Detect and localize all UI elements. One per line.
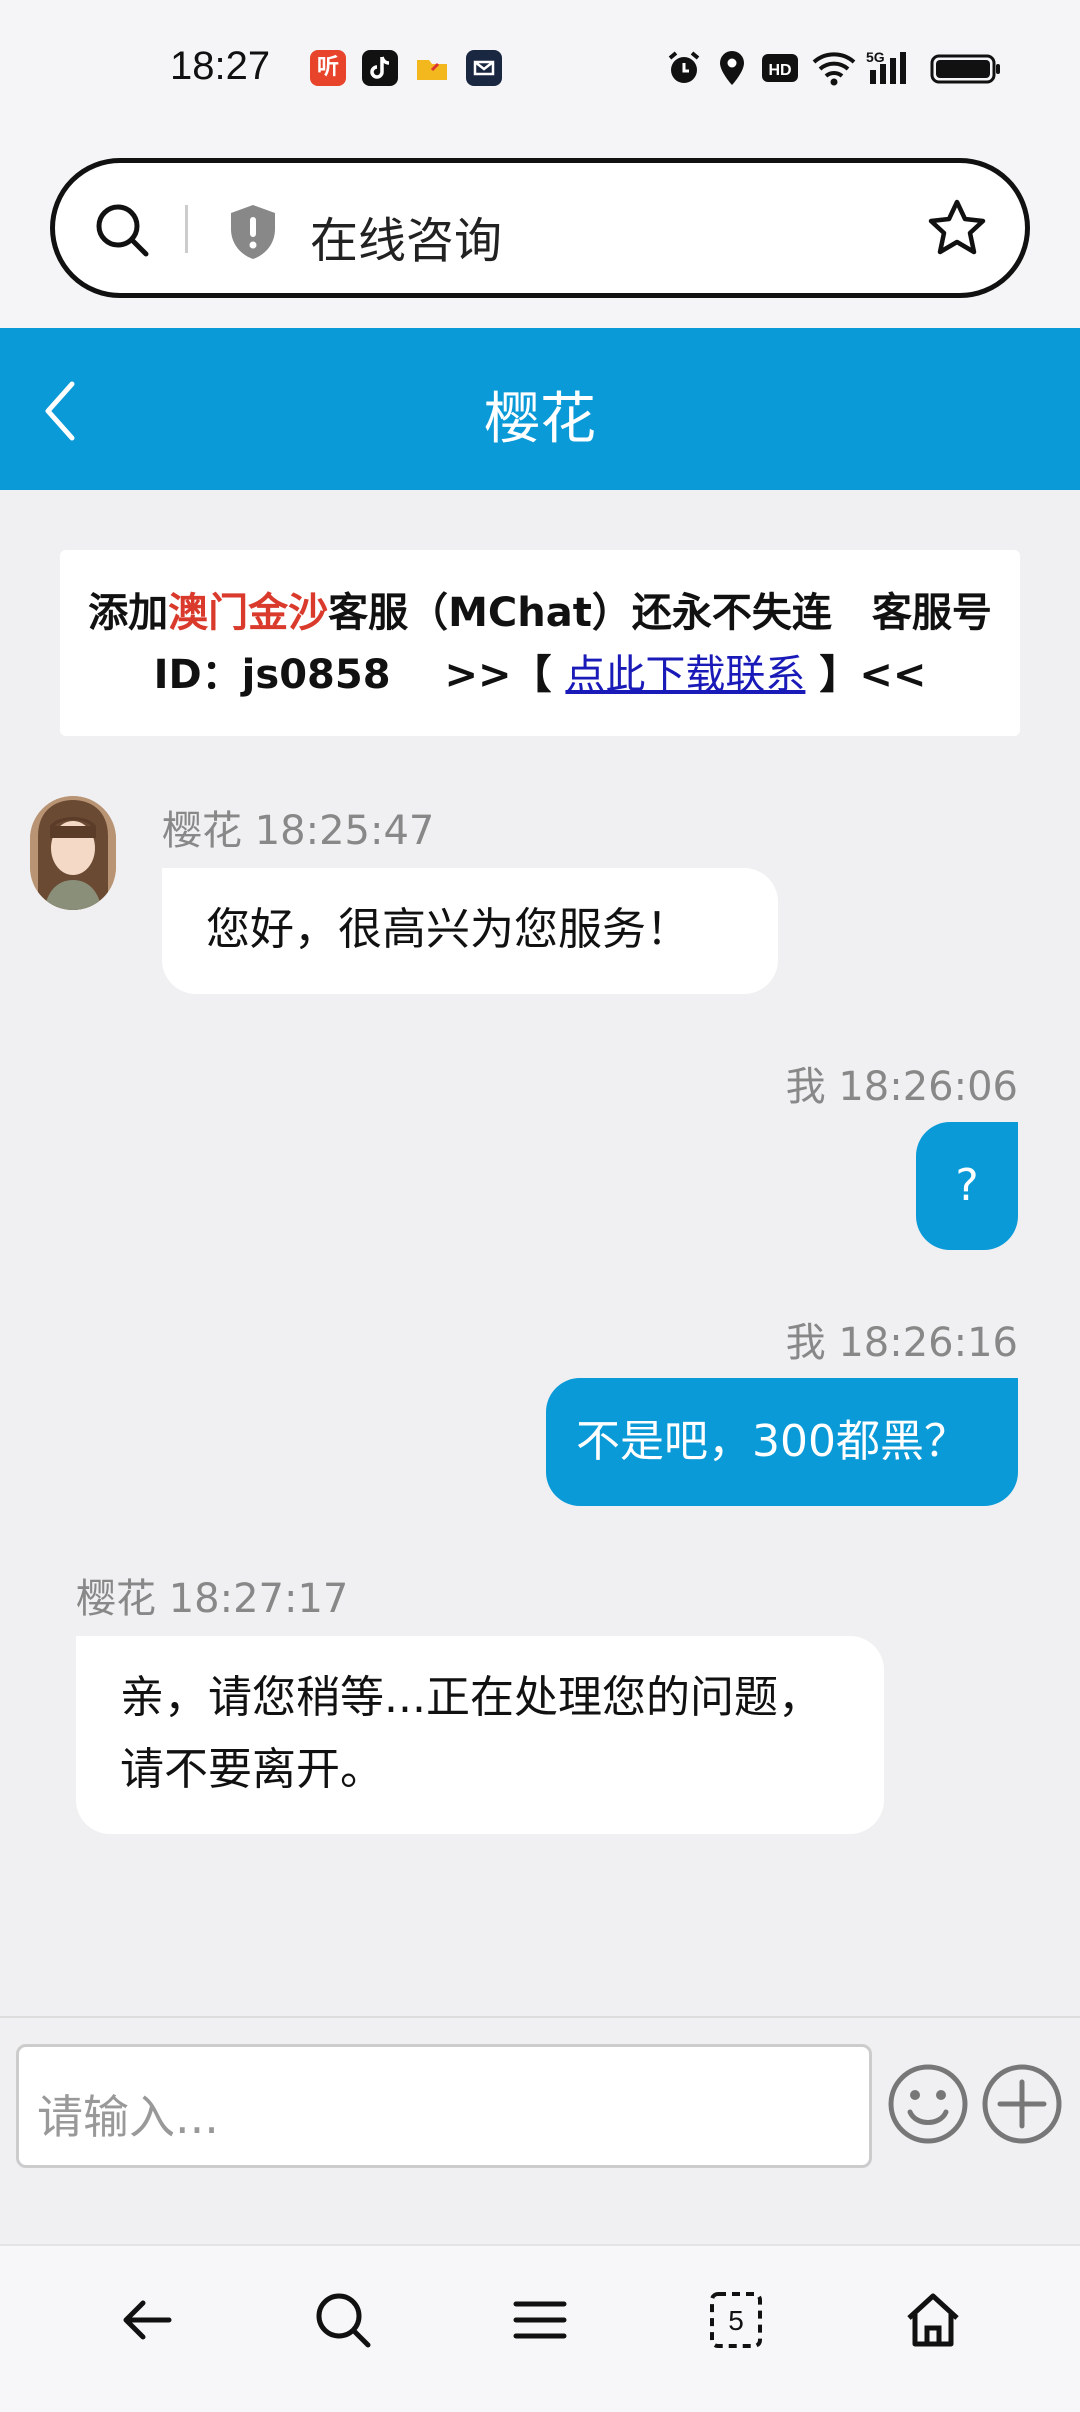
- browser-toolbar: 在线咨询: [0, 140, 1080, 328]
- shield-warning-icon[interactable]: [227, 203, 279, 261]
- notice-text-3: 】<<: [805, 652, 927, 698]
- chat-title: 樱花: [484, 387, 596, 452]
- svg-text:HD: HD: [768, 62, 791, 79]
- browser-bottom-nav: 5: [0, 2244, 1080, 2412]
- plus-icon[interactable]: [980, 2062, 1064, 2146]
- notice-brand: 澳门金沙: [168, 590, 329, 636]
- message-meta: 我 18:26:06: [786, 1054, 1018, 1112]
- message-sender: 樱花: [162, 808, 242, 854]
- notice-banner: 添加澳门金沙客服（MChat）还永不失连 客服号ID：js0858 >>【 点此…: [60, 550, 1020, 736]
- douyin-icon: [362, 50, 398, 86]
- message-sender: 我: [785, 1320, 826, 1366]
- signal-5g-icon: 5G: [866, 49, 906, 84]
- message-time: 18:26:16: [838, 1320, 1018, 1366]
- back-arrow-icon[interactable]: [115, 2288, 179, 2352]
- tabs-icon[interactable]: 5: [704, 2288, 768, 2352]
- battery-icon: [930, 54, 1000, 84]
- address-bar[interactable]: 在线咨询: [50, 158, 1030, 298]
- search-icon[interactable]: [311, 2288, 375, 2352]
- message-bubble-sent: ?: [916, 1122, 1018, 1250]
- chat-header: 樱花: [0, 328, 1080, 490]
- message-input[interactable]: 请输入...: [16, 2044, 872, 2168]
- svg-text:5: 5: [728, 2305, 744, 2336]
- address-text[interactable]: 在线咨询: [310, 201, 502, 271]
- folder-icon: [414, 50, 450, 86]
- emoji-icon[interactable]: [886, 2062, 970, 2146]
- status-time: 18:27: [170, 44, 271, 88]
- message-time: 18:25:47: [254, 808, 435, 854]
- location-icon: [720, 51, 744, 85]
- ting-app-icon: 听: [310, 50, 346, 86]
- message-bubble-sent: 不是吧，300都黑？: [546, 1378, 1018, 1506]
- search-icon[interactable]: [93, 201, 153, 261]
- svg-text:5G: 5G: [866, 49, 885, 65]
- message-time: 18:27:17: [168, 1576, 349, 1622]
- message-bubble-received: 亲，请您稍等...正在处理您的问题，请不要离开。: [76, 1636, 884, 1834]
- mail-icon: [466, 50, 502, 86]
- message-bubble-received: 您好，很高兴为您服务！: [162, 868, 778, 994]
- agent-avatar[interactable]: [30, 796, 116, 910]
- star-icon[interactable]: [925, 197, 989, 261]
- alarm-icon: [668, 51, 700, 83]
- message-meta: 樱花 18:27:17: [76, 1566, 348, 1624]
- status-bar: 18:27 听 HD 5G: [0, 0, 1080, 140]
- home-icon[interactable]: [901, 2288, 965, 2352]
- download-link[interactable]: 点此下载联系: [565, 652, 805, 698]
- message-time: 18:26:06: [838, 1064, 1018, 1110]
- address-divider: [185, 205, 188, 253]
- chat-input-area: 请输入...: [0, 2016, 1080, 2244]
- message-meta: 樱花 18:25:47: [162, 798, 434, 856]
- menu-icon[interactable]: [508, 2288, 572, 2352]
- notice-text-1: 添加: [88, 590, 169, 636]
- hd-icon: HD: [762, 54, 798, 82]
- message-meta: 我 18:26:16: [786, 1310, 1018, 1368]
- message-sender: 樱花: [76, 1576, 156, 1622]
- message-sender: 我: [785, 1064, 826, 1110]
- wifi-icon: [812, 52, 856, 86]
